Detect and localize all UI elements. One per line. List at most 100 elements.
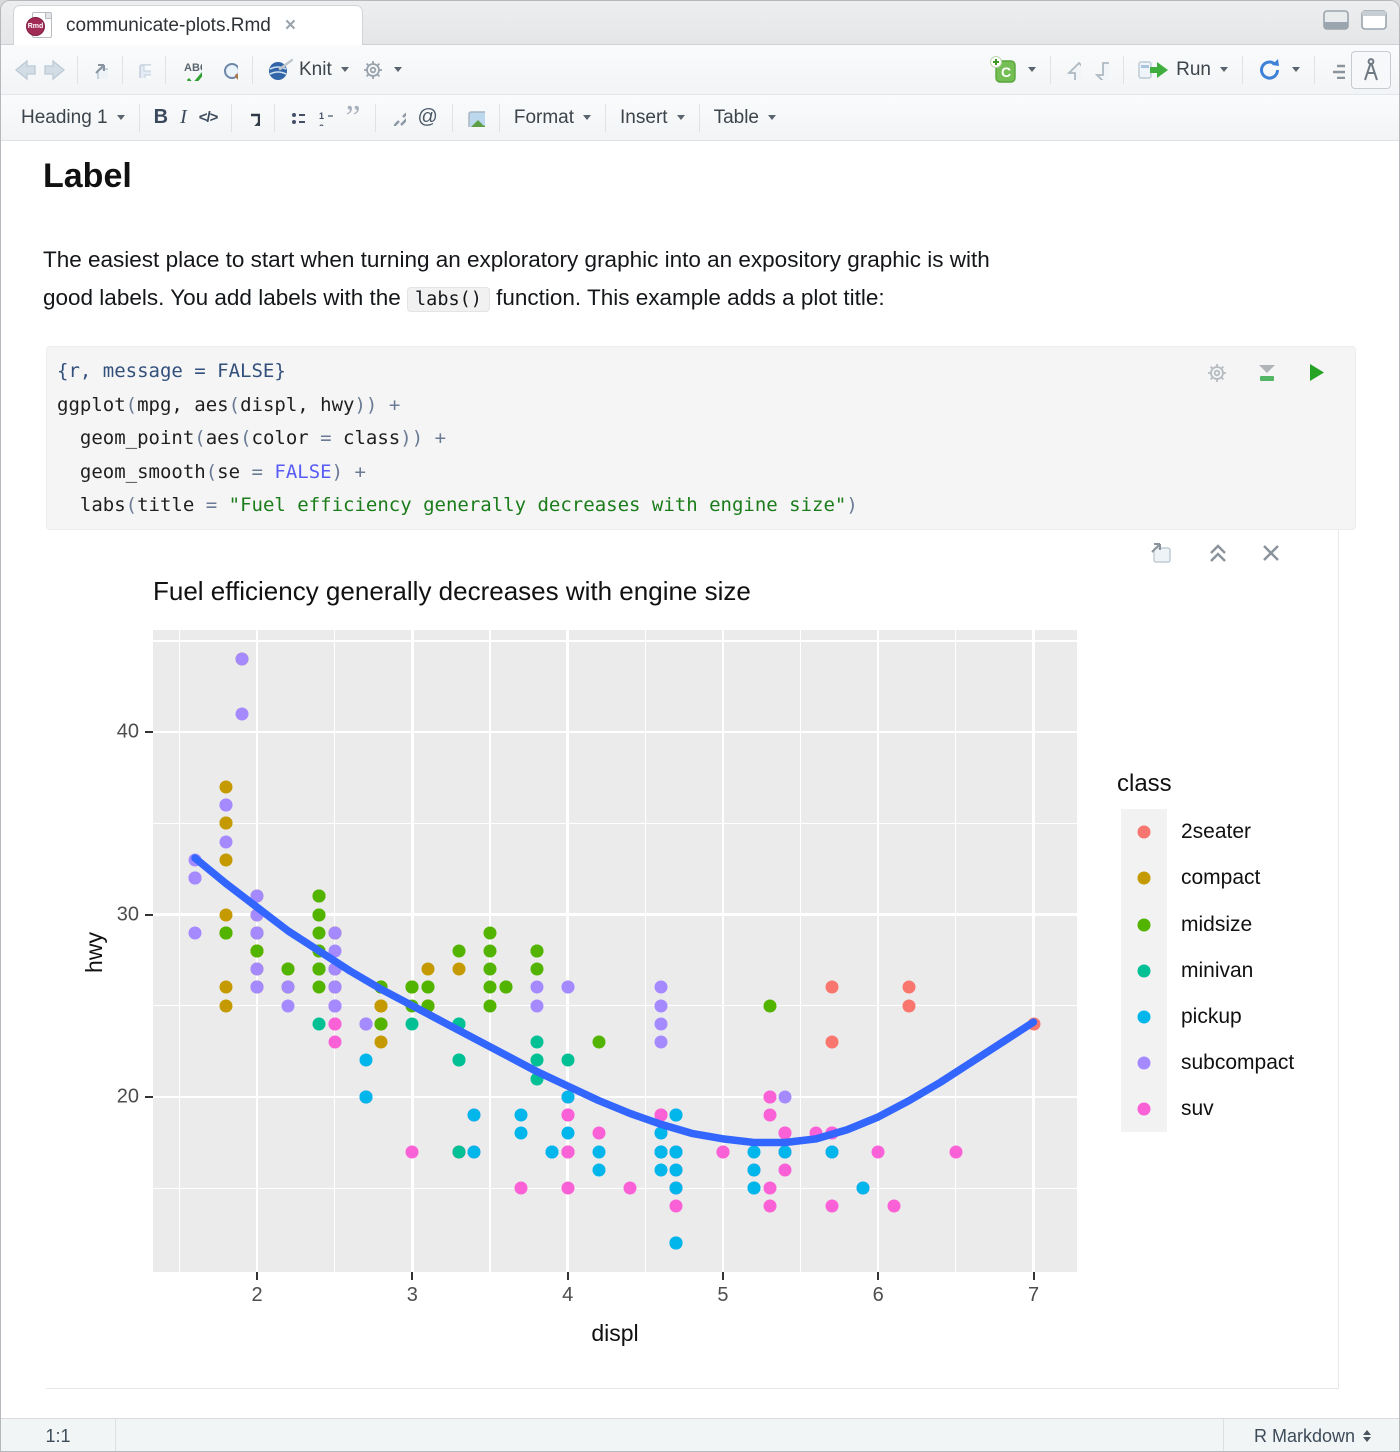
italic-icon: I [180,106,187,128]
x-tick-label: 6 [872,1284,884,1306]
document-type-updown-icon [1363,1430,1372,1442]
code-token: ggplot [57,393,126,416]
legend-label-pickup: pickup [1181,1004,1242,1028]
clear-formatting-icon[interactable] [240,106,266,130]
run-chunks-above-icon[interactable] [1255,361,1279,385]
document-heading: Label [43,157,132,195]
forward-icon[interactable] [43,58,69,82]
code-icon: </> [198,109,219,126]
inline-code-labs: labs() [407,287,490,312]
y-tick-mark [145,1095,153,1098]
code-chunk[interactable]: {r, message = FALSE} ggplot(mpg, aes(dis… [46,346,1356,530]
code-token: + [434,427,447,450]
y-axis-label: hwy [80,932,107,973]
code-token: aes [205,427,241,450]
code-token: ( [240,427,252,450]
code-token: displ, hwy [240,393,355,416]
visual-editor-toggle-button[interactable] [1351,50,1391,89]
insert-chunk-icon: C [990,55,1016,83]
y-tick-mark [145,913,153,916]
y-tick-mark [145,731,153,734]
run-next-chunk-arrow-icon[interactable] [1087,56,1115,84]
svg-text:ABC: ABC [184,62,208,74]
legend-label-compact: compact [1181,866,1261,890]
x-tick-mark [256,1272,259,1280]
rerun-button[interactable] [1251,53,1306,87]
plot-output: Fuel efficiency generally decreases with… [46,530,1339,1389]
document-type-selector[interactable]: R Markdown [1223,1419,1399,1451]
italic-button[interactable]: I [174,102,193,133]
maximize-pane-icon[interactable] [1361,10,1387,30]
x-tick-mark [1032,1272,1035,1280]
rerun-dropdown-caret-icon [1292,67,1300,72]
bullet-list-icon[interactable] [283,106,311,130]
gear-icon [363,60,382,79]
at-icon: @ [417,106,438,128]
run-label: Run [1176,58,1211,80]
tab-close-icon[interactable]: × [285,15,296,37]
chunk-code[interactable]: {r, message = FALSE} ggplot(mpg, aes(dis… [57,355,1355,523]
x-tick-mark [721,1272,724,1280]
code-token: ( [125,393,138,416]
numbered-list-icon[interactable]: 1 2 [311,106,339,130]
insert-menu[interactable]: Insert [614,103,691,133]
image-icon[interactable] [461,105,491,131]
bold-icon: B [153,106,169,128]
cursor-position[interactable]: 1:1 [1,1419,116,1451]
smooth-line [191,854,1038,1147]
citation-button[interactable]: @ [412,102,444,133]
rstudio-source-window: Rmd communicate-plots.Rmd × ABC Knit C R… [0,0,1400,1452]
code-format-button[interactable]: </> [193,105,224,130]
code-token: FALSE [274,460,332,483]
format-menu[interactable]: Format [508,103,597,133]
run-chunk-play-icon[interactable] [1305,361,1327,385]
search-icon[interactable] [214,56,244,84]
compass-icon [1364,57,1378,80]
save-icon[interactable] [131,58,157,82]
output-popout-icon[interactable] [1148,540,1176,566]
code-token: mpg, [137,393,195,416]
code-token: color [251,427,321,450]
insert-menu-label: Insert [620,106,668,128]
heading-style-select[interactable]: Heading 1 [15,103,131,133]
run-button[interactable]: Run [1132,54,1234,86]
collapse-output-chevrons-icon[interactable] [1206,541,1230,565]
table-menu-label: Table [713,106,759,128]
minimize-pane-icon[interactable] [1323,10,1349,30]
insert-chunk-button[interactable]: C [983,52,1042,88]
legend-key-minivan [1137,964,1151,978]
run-chunks-above-arrow-icon[interactable] [1059,56,1087,84]
plot-marks-layer [153,630,1077,1272]
legend-key-midsize [1137,918,1151,931]
x-tick-mark [411,1272,414,1280]
back-icon[interactable] [11,58,37,82]
x-tick-mark [877,1272,880,1280]
y-tick-label: 30 [116,903,139,926]
legend-key-pickup [1137,1010,1151,1024]
tab-communicate-plots[interactable]: Rmd communicate-plots.Rmd × [13,5,363,45]
knit-dropdown-caret-icon [340,67,349,72]
code-token: ) [331,460,344,483]
tab-title: communicate-plots.Rmd [66,14,271,36]
code-token: ( [125,494,138,517]
spellcheck-icon[interactable]: ABC [174,55,208,85]
code-token: ( [228,393,241,416]
document-outline-icon[interactable] [1323,57,1351,83]
close-output-icon[interactable] [1260,542,1282,564]
knit-button[interactable]: Knit [261,54,355,86]
chunk-settings-button[interactable] [355,54,408,86]
code-token: ( [205,460,218,483]
blockquote-button[interactable]: ” [339,100,366,134]
legend-key-suv [1137,1102,1151,1116]
table-menu[interactable]: Table [708,103,782,133]
legend-label-suv: suv [1181,1097,1214,1121]
link-icon[interactable] [384,106,412,130]
popout-window-icon[interactable] [86,57,114,83]
bold-button[interactable]: B [148,102,174,133]
code-token: se [217,460,252,483]
chunk-options-gear-icon[interactable] [1205,361,1229,385]
settings-dropdown-caret-icon [393,67,402,72]
